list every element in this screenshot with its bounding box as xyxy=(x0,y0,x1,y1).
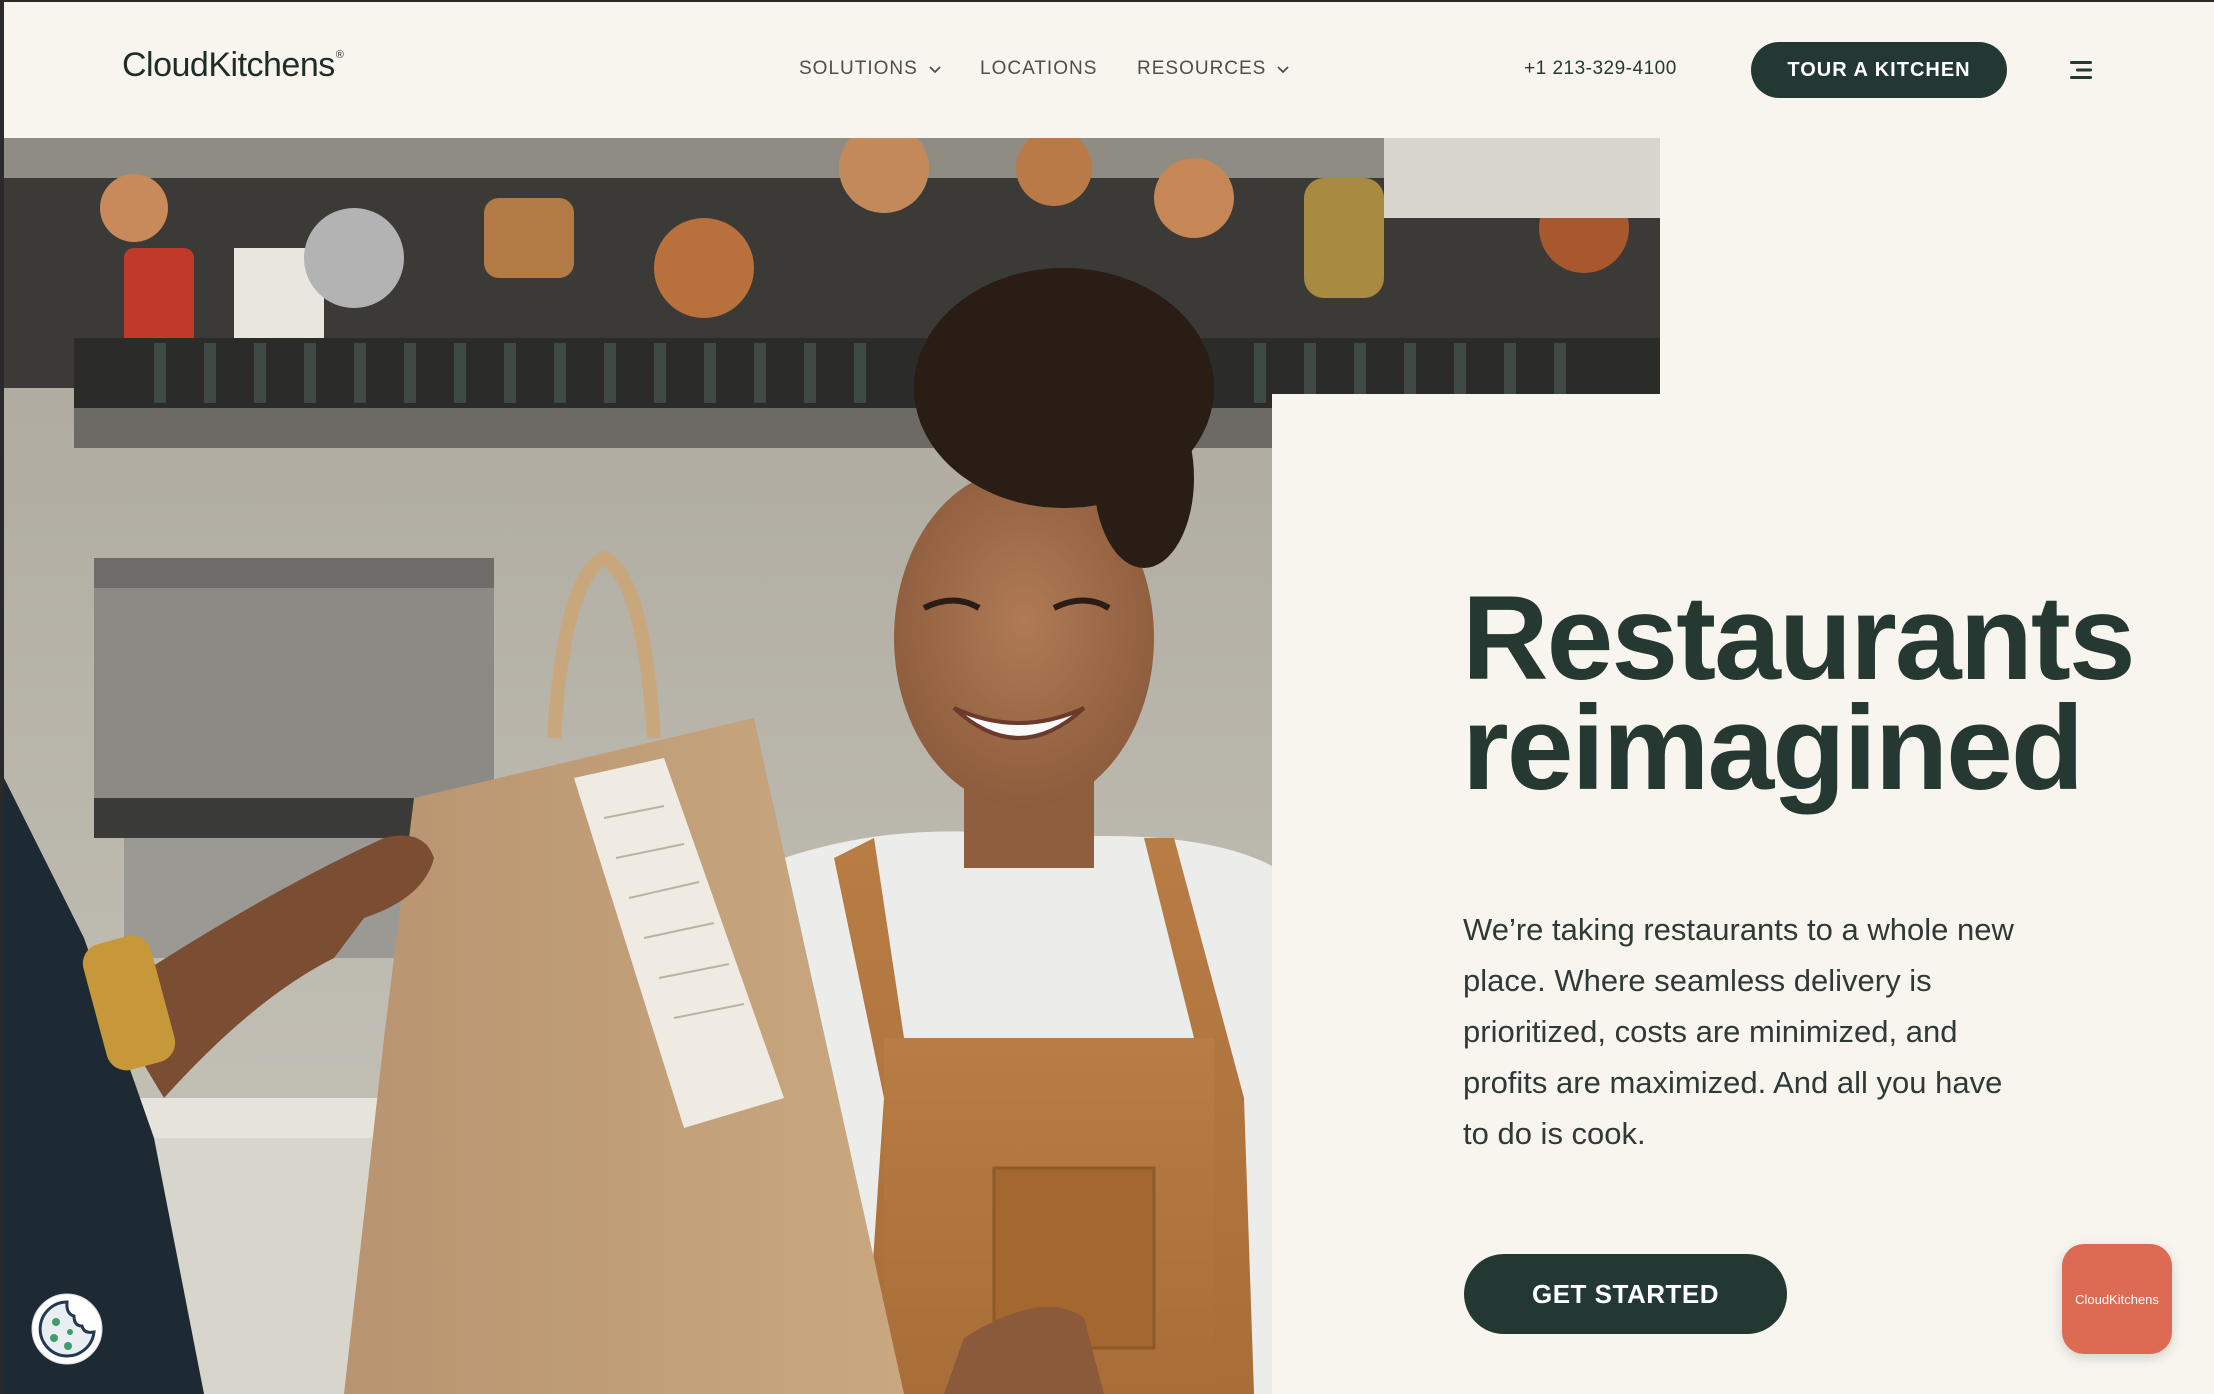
nav-locations-label: LOCATIONS xyxy=(980,58,1098,79)
logo-text: CloudKitchens xyxy=(122,46,335,84)
chevron-down-icon xyxy=(929,66,941,74)
cloudkitchens-logo[interactable]: CloudKitchens® xyxy=(122,46,344,85)
hero-description: We’re taking restaurants to a whole new … xyxy=(1463,912,2014,1151)
chat-widget-button[interactable]: CloudKitchens xyxy=(2062,1244,2172,1354)
tour-a-kitchen-button[interactable]: TOUR A KITCHEN xyxy=(1751,42,2007,98)
chat-widget-label: CloudKitchens xyxy=(2075,1291,2159,1307)
nav-locations[interactable]: LOCATIONS xyxy=(980,58,1097,80)
hero-cutout-panel xyxy=(1272,394,2214,1394)
get-started-button[interactable]: GET STARTED xyxy=(1464,1254,1787,1334)
phone-link[interactable]: +1 213-329-4100 xyxy=(1524,58,1677,80)
hamburger-menu-icon[interactable] xyxy=(2066,58,2094,82)
registered-mark: ® xyxy=(335,49,344,61)
hero-title-line2: reimagined xyxy=(1462,681,2084,815)
site-header: CloudKitchens® SOLUTIONS LOCATIONS RESOU… xyxy=(0,0,2214,138)
hero-title-line1: Restaurants xyxy=(1462,571,2136,705)
hero-title: Restaurants reimagined xyxy=(1462,571,2182,815)
nav-solutions[interactable]: SOLUTIONS xyxy=(799,58,942,80)
nav-solutions-label: SOLUTIONS xyxy=(799,58,918,79)
nav-resources[interactable]: RESOURCES xyxy=(1137,58,1290,80)
chevron-down-icon xyxy=(1277,66,1289,74)
cookie-icon[interactable] xyxy=(30,1292,104,1366)
nav-resources-label: RESOURCES xyxy=(1137,58,1267,79)
